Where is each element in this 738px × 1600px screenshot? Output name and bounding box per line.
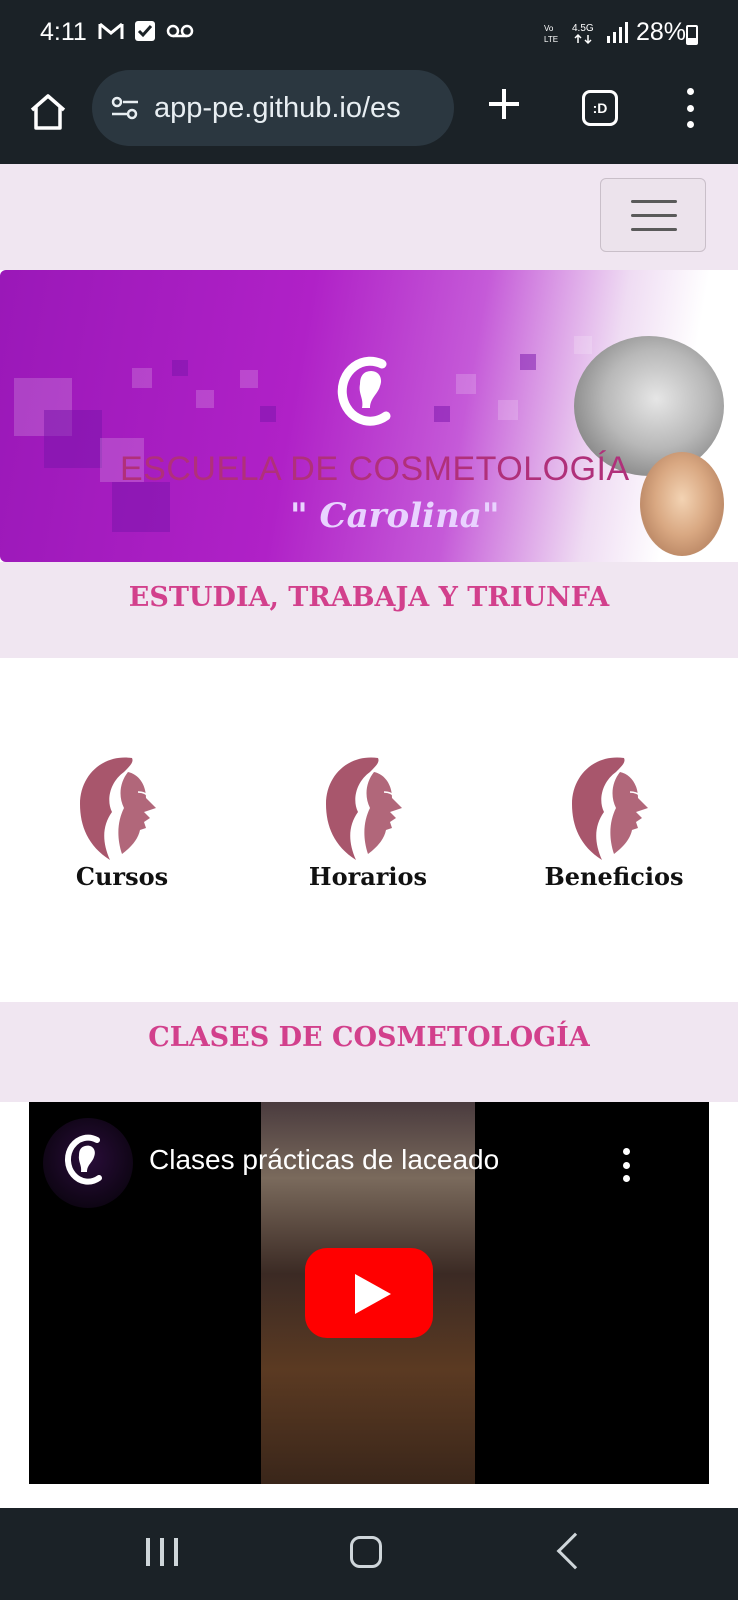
home-nav-icon[interactable] — [350, 1536, 382, 1568]
youtube-embed[interactable]: Clases prácticas de laceado — [29, 1102, 709, 1484]
svg-text:Vo: Vo — [544, 24, 554, 33]
tagline-section: ESTUDIA, TRABAJA Y TRIUNFA — [0, 562, 738, 658]
feature-horarios[interactable]: Horarios — [268, 752, 468, 891]
status-time: 4:11 — [40, 18, 87, 46]
woman-profile-icon — [572, 757, 648, 860]
system-nav-bar — [0, 1508, 738, 1600]
signal-icon — [606, 21, 628, 43]
feature-cursos[interactable]: Cursos — [22, 752, 222, 891]
hamburger-icon[interactable] — [600, 178, 706, 252]
banner-subtitle: " Carolina" — [290, 496, 500, 536]
school-logo-icon — [65, 1134, 102, 1185]
svg-text:LTE: LTE — [544, 35, 558, 44]
status-bar: 4:11 Vo LTE 4.5G 28% — [0, 0, 738, 68]
status-right: Vo LTE 4.5G 28% — [544, 18, 686, 47]
battery-icon — [686, 25, 698, 45]
feature-label[interactable]: Beneficios — [514, 862, 714, 891]
clases-section: CLASES DE COSMETOLOGÍA — [0, 1002, 738, 1102]
home-icon[interactable] — [26, 90, 70, 134]
tab-switcher-button[interactable]: :D — [582, 90, 618, 126]
feature-label[interactable]: Horarios — [268, 862, 468, 891]
lte-icon: Vo LTE — [544, 24, 558, 44]
checkbox-icon — [135, 21, 155, 41]
channel-avatar[interactable] — [43, 1118, 133, 1208]
notification-icons — [98, 20, 194, 42]
youtube-play-icon[interactable] — [305, 1248, 433, 1338]
plus-icon[interactable] — [484, 86, 524, 132]
battery-percent: 28% — [635, 18, 686, 46]
model-photo-small — [640, 452, 724, 556]
more-vert-icon[interactable] — [621, 1148, 631, 1182]
url-text[interactable]: app-pe.github.io/es — [154, 92, 401, 125]
browser-toolbar: app-pe.github.io/es :D — [0, 68, 738, 164]
banner-title: ESCUELA DE COSMETOLOGÍA — [120, 450, 630, 488]
url-bar[interactable]: app-pe.github.io/es — [92, 70, 454, 146]
tagline: ESTUDIA, TRABAJA Y TRIUNFA — [128, 582, 610, 613]
recent-apps-icon[interactable] — [146, 1538, 178, 1566]
hero-banner: ESCUELA DE COSMETOLOGÍA " Carolina" — [0, 270, 738, 562]
woman-profile-icon — [80, 757, 156, 860]
video-title[interactable]: Clases prácticas de laceado — [149, 1144, 499, 1176]
svg-text:4.5G: 4.5G — [572, 23, 594, 34]
school-logo-icon — [337, 356, 391, 426]
gmail-icon — [98, 22, 124, 39]
site-navbar — [0, 164, 738, 270]
features-row: Cursos Horarios Beneficios — [0, 752, 738, 902]
tune-icon[interactable] — [110, 95, 140, 121]
woman-profile-icon — [326, 757, 402, 860]
section-title: CLASES DE COSMETOLOGÍA — [148, 1022, 590, 1053]
voicemail-icon — [166, 24, 194, 38]
web-page: ESCUELA DE COSMETOLOGÍA " Carolina" ESTU… — [0, 164, 738, 1508]
more-vert-icon[interactable] — [680, 88, 700, 128]
network-45g-icon: 4.5G — [572, 23, 594, 44]
back-icon[interactable] — [556, 1532, 594, 1570]
feature-beneficios[interactable]: Beneficios — [514, 752, 714, 891]
feature-label[interactable]: Cursos — [22, 862, 222, 891]
